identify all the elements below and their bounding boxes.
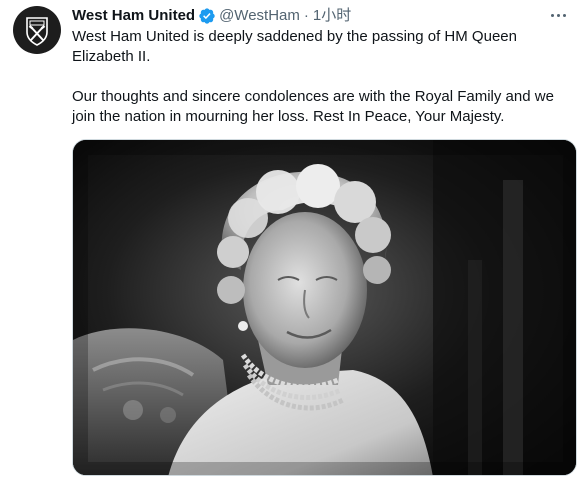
more-dot-icon [550,13,554,17]
verified-badge-icon [198,7,216,25]
author-handle[interactable]: @WestHam [219,6,300,26]
more-dot-icon [556,13,560,17]
tweet-header: West Ham United @WestHam · 1小时 [72,5,568,27]
tweet-content: West Ham United @WestHam · 1小时 West Ham … [72,5,568,127]
portrait-photo-image [73,140,576,475]
tweet-media-photo[interactable] [72,139,577,476]
tweet[interactable]: West Ham United @WestHam · 1小时 West Ham … [0,0,580,481]
header-separator: · [303,7,309,24]
author-display-name[interactable]: West Ham United [72,6,195,26]
tweet-text-paragraph-1: West Ham United is deeply saddened by th… [72,28,517,65]
author-avatar[interactable] [13,6,61,54]
tweet-text: West Ham United is deeply saddened by th… [72,27,572,127]
west-ham-crest-icon [20,13,54,47]
tweet-timestamp[interactable]: 1小时 [313,6,351,26]
more-options-button[interactable] [546,5,570,25]
tweet-text-paragraph-2: Our thoughts and sincere condolences are… [72,88,554,125]
more-dot-icon [562,13,566,17]
